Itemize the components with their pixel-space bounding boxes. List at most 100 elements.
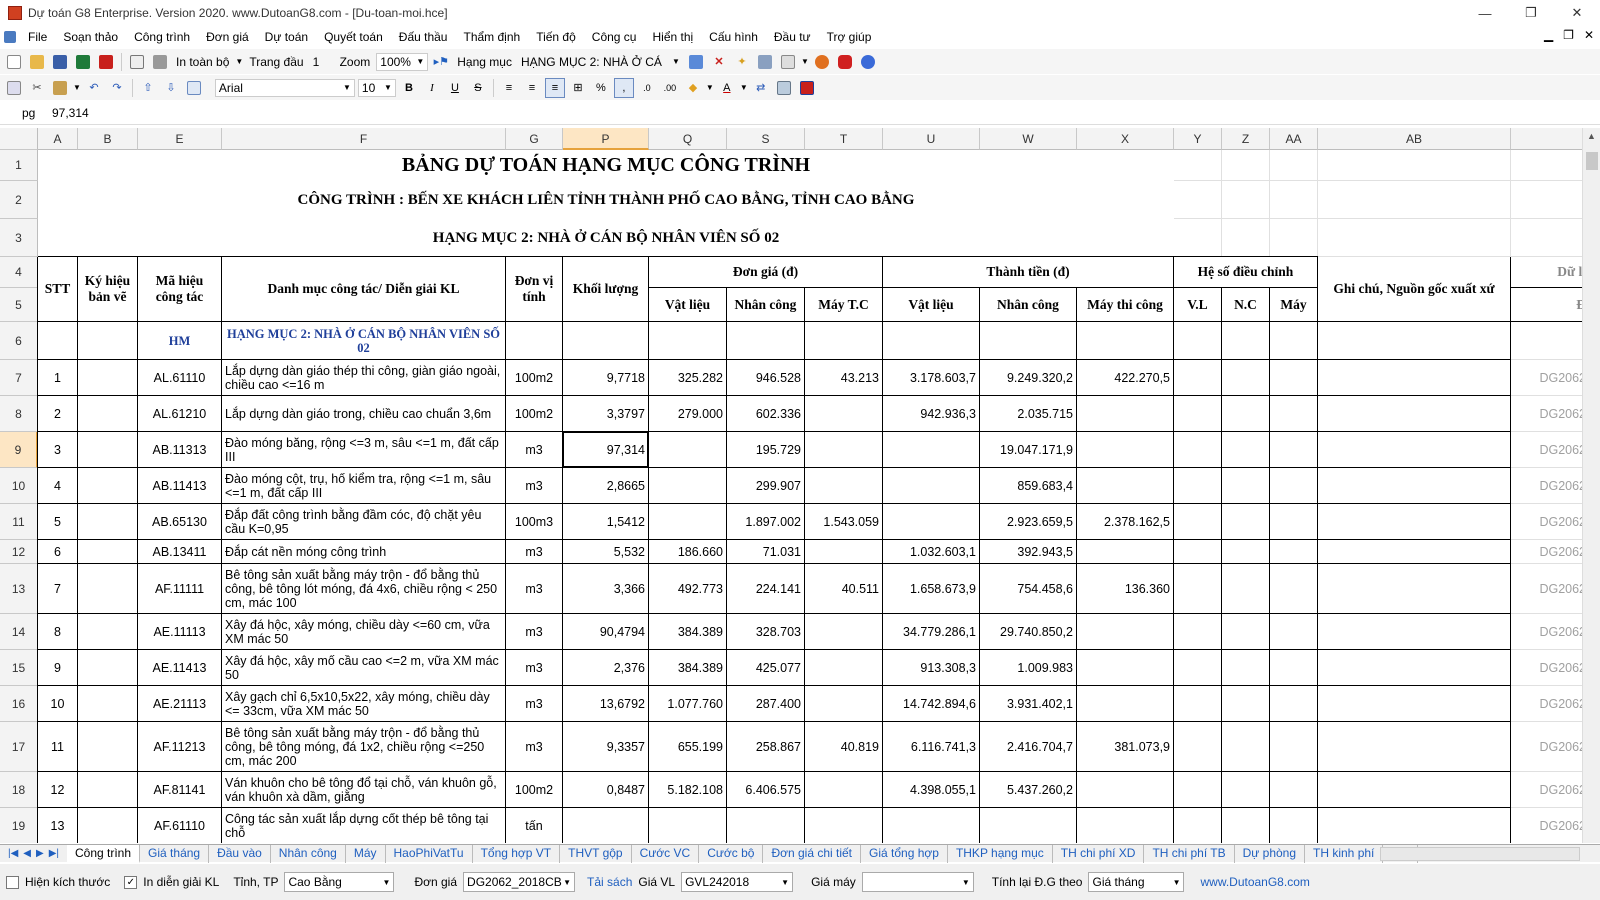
unit-cell[interactable]: m3 (506, 722, 563, 772)
coef-labor-cell[interactable] (1222, 360, 1270, 396)
drawing-code-cell[interactable] (78, 650, 138, 686)
labor-amount-cell[interactable]: 2.035.715 (980, 396, 1077, 432)
sheet-tab[interactable]: Công trình (67, 844, 141, 863)
website-link[interactable]: www.DutoanG8.com (1200, 875, 1309, 889)
font-color-icon[interactable]: A (717, 78, 737, 98)
material-price-cell[interactable] (649, 808, 727, 843)
work-code-cell[interactable]: AF.11111 (138, 564, 222, 614)
coef-machine-cell[interactable] (1270, 360, 1318, 396)
labor-price-cell[interactable]: 224.141 (727, 564, 805, 614)
print-all-chevron-icon[interactable]: ▼ (235, 57, 243, 66)
row-header-16[interactable]: 16 (0, 686, 38, 722)
notes-cell[interactable] (1318, 504, 1511, 540)
coef-machine-cell[interactable] (1270, 772, 1318, 808)
quantity-cell[interactable]: 9,7718 (563, 360, 649, 396)
row-header-12[interactable]: 12 (0, 540, 38, 564)
grid-cell[interactable] (1270, 181, 1318, 219)
sheet-tab[interactable]: Máy (346, 844, 386, 863)
font-select[interactable]: Arial ▼ (214, 78, 355, 97)
unit-cell[interactable]: tấn (506, 808, 563, 843)
menu-file[interactable]: File (20, 30, 55, 44)
move-down-icon[interactable]: ⇩ (161, 78, 181, 98)
labor-price-cell[interactable]: 299.907 (727, 468, 805, 504)
notes-cell[interactable] (1318, 396, 1511, 432)
unit-cell[interactable]: m3 (506, 432, 563, 468)
material-amount-cell[interactable] (883, 808, 980, 843)
row-header-17[interactable]: 17 (0, 722, 38, 772)
calculator-icon[interactable] (755, 52, 775, 72)
notes-cell[interactable] (1318, 772, 1511, 808)
chevron-down-icon[interactable]: ▼ (73, 83, 81, 92)
material-price-cell[interactable]: 384.389 (649, 650, 727, 686)
source-cell[interactable]: DG2062 (1511, 360, 1582, 396)
coef-labor-cell[interactable] (1222, 564, 1270, 614)
coef-machine-cell[interactable] (1270, 540, 1318, 564)
description-cell[interactable]: Bê tông sản xuất bằng máy trộn - đổ bằng… (222, 564, 506, 614)
coef-machine-cell[interactable] (1270, 722, 1318, 772)
sheet-tab[interactable]: TH chi phí XD (1053, 844, 1145, 863)
work-code-cell[interactable]: AB.13411 (138, 540, 222, 564)
chevron-down-icon[interactable]: ▼ (706, 83, 714, 92)
coef-machine-cell[interactable] (1270, 504, 1318, 540)
description-cell[interactable]: Công tác sản xuất lắp dựng cốt thép bê t… (222, 808, 506, 843)
empty-cell[interactable] (563, 322, 649, 360)
material-price-cell[interactable]: 279.000 (649, 396, 727, 432)
machine-amount-cell[interactable]: 136.360 (1077, 564, 1174, 614)
sheet-tab[interactable]: Cước bộ (699, 844, 764, 863)
coef-material-cell[interactable] (1174, 396, 1222, 432)
print-preview-icon[interactable] (127, 52, 147, 72)
row-header-15[interactable]: 15 (0, 650, 38, 686)
material-amount-cell[interactable]: 1.658.673,9 (883, 564, 980, 614)
grid-cell[interactable] (1222, 181, 1270, 219)
quantity-cell[interactable] (563, 808, 649, 843)
coef-labor-cell[interactable] (1222, 722, 1270, 772)
machine-amount-cell[interactable] (1077, 540, 1174, 564)
machine-price-cell[interactable] (805, 686, 883, 722)
coef-material-cell[interactable] (1174, 564, 1222, 614)
empty-cell[interactable] (727, 322, 805, 360)
stt-cell[interactable]: 10 (38, 686, 78, 722)
drawing-code-cell[interactable] (78, 808, 138, 843)
column-header-f[interactable]: F (222, 128, 506, 150)
cut-icon[interactable]: ✂ (27, 78, 47, 98)
work-code-cell[interactable]: AF.11213 (138, 722, 222, 772)
menu-help[interactable]: Trợ giúp (819, 30, 880, 44)
column-header-s[interactable]: S (727, 128, 805, 150)
machine-amount-cell[interactable] (1077, 650, 1174, 686)
menu-appraisal[interactable]: Thẩm định (455, 30, 528, 44)
machine-amount-cell[interactable] (1077, 614, 1174, 650)
sheet-tab[interactable]: Tổng hợp VT (473, 844, 561, 863)
unit-cell[interactable]: 100m2 (506, 360, 563, 396)
strike-button[interactable]: S (468, 78, 488, 98)
empty-cell[interactable] (1511, 322, 1582, 360)
source-cell[interactable]: DG2062 (1511, 772, 1582, 808)
fill-color-icon[interactable]: ◆ (683, 78, 703, 98)
font-size-select[interactable]: 10 ▼ (357, 78, 396, 97)
coef-machine-cell[interactable] (1270, 432, 1318, 468)
user-icon[interactable] (812, 52, 832, 72)
notes-cell[interactable] (1318, 614, 1511, 650)
window-icon[interactable] (184, 78, 204, 98)
sheet-tab[interactable]: Giá tổng hợp (861, 844, 948, 863)
hm-code-cell[interactable]: HM (138, 322, 222, 360)
align-left-icon[interactable]: ≡ (499, 78, 519, 98)
list-icon[interactable] (778, 52, 798, 72)
align-center-icon[interactable]: ≡ (522, 78, 542, 98)
show-size-checkbox[interactable] (6, 875, 19, 889)
sheet-tab[interactable]: Đầu vào (209, 844, 271, 863)
stt-cell[interactable]: 5 (38, 504, 78, 540)
menu-edit[interactable]: Soạn thảo (55, 30, 126, 44)
machine-amount-cell[interactable] (1077, 686, 1174, 722)
menu-bidding[interactable]: Đấu thầu (391, 30, 456, 44)
labor-amount-cell[interactable]: 2.923.659,5 (980, 504, 1077, 540)
comma-button[interactable]: , (613, 77, 634, 98)
empty-cell[interactable] (649, 322, 727, 360)
sheet-tab[interactable]: THKP hạng mục (948, 844, 1053, 863)
drawing-code-cell[interactable] (78, 360, 138, 396)
machine-amount-cell[interactable] (1077, 808, 1174, 843)
mdi-close-button[interactable]: ✕ (1584, 28, 1594, 42)
description-cell[interactable]: Ván khuôn cho bê tông đổ tại chỗ, ván kh… (222, 772, 506, 808)
unit-cell[interactable]: m3 (506, 614, 563, 650)
stt-cell[interactable]: 2 (38, 396, 78, 432)
empty-cell[interactable] (980, 322, 1077, 360)
